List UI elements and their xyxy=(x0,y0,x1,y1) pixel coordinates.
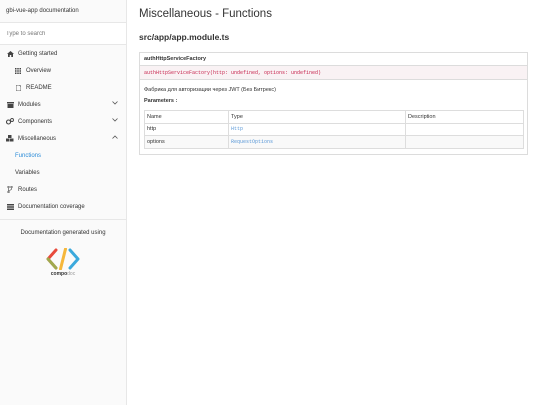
home-icon xyxy=(6,50,14,57)
sidebar-item-label: Functions xyxy=(15,152,42,159)
parameters-table: Name Type Description http Http options … xyxy=(144,110,524,149)
sidebar: gbi-vue-app documentation Getting starte… xyxy=(0,0,127,405)
cubes-icon xyxy=(6,135,14,142)
sidebar-item-readme[interactable]: README xyxy=(0,79,126,96)
sidebar-item-label: Overview xyxy=(26,67,52,74)
code-fork-icon xyxy=(6,186,14,193)
function-signature: authHttpServiceFactory(http: undefined, … xyxy=(140,66,527,80)
column-header-name: Name xyxy=(144,110,229,124)
compodoc-logo-text: compodoc xyxy=(50,271,76,277)
param-type-link[interactable]: RequestOptions xyxy=(228,135,406,149)
grid-icon xyxy=(14,67,22,74)
column-header-type: Type xyxy=(228,110,406,124)
divider xyxy=(0,219,126,220)
column-header-description: Description xyxy=(405,110,524,124)
sidebar-item-miscellaneous[interactable]: Miscellaneous xyxy=(0,130,126,147)
sidebar-item-label: Variables xyxy=(15,169,40,176)
function-body: Фабрика для авторизации через JWT (Без Б… xyxy=(140,80,527,154)
sidebar-item-functions[interactable]: Functions xyxy=(0,147,126,164)
param-name: http xyxy=(144,122,229,136)
sidebar-item-coverage[interactable]: Documentation coverage xyxy=(0,198,126,215)
table-row: options RequestOptions xyxy=(144,135,524,149)
app-title[interactable]: gbi-vue-app documentation xyxy=(0,0,126,23)
file-path-heading: src/app/app.module.ts xyxy=(139,32,230,42)
chevron-down-icon xyxy=(112,118,118,124)
sidebar-item-label: Modules xyxy=(18,101,41,108)
sidebar-item-variables[interactable]: Variables xyxy=(0,164,126,181)
sidebar-item-label: README xyxy=(26,84,52,91)
sidebar-item-overview[interactable]: Overview xyxy=(0,62,126,79)
generated-using-text: Documentation generated using xyxy=(20,230,106,236)
cogs-icon xyxy=(6,118,14,125)
tasks-icon xyxy=(6,203,14,210)
compodoc-logo[interactable]: compodoc xyxy=(43,248,83,277)
sidebar-menu: Getting started Overview README Modules xyxy=(0,45,126,215)
search-input[interactable] xyxy=(6,30,116,37)
chevron-up-icon xyxy=(112,135,118,141)
function-description: Фабрика для авторизации через JWT (Без Б… xyxy=(144,87,276,93)
sidebar-item-routes[interactable]: Routes xyxy=(0,181,126,198)
search-box xyxy=(0,23,126,45)
param-description xyxy=(405,122,524,136)
sidebar-item-components[interactable]: Components xyxy=(0,113,126,130)
chevron-down-icon xyxy=(112,101,118,107)
archive-icon xyxy=(6,101,14,108)
table-row: http Http xyxy=(144,122,524,136)
param-name: options xyxy=(144,135,229,149)
function-panel: authHttpServiceFactory authHttpServiceFa… xyxy=(139,52,528,155)
parameters-label: Parameters : xyxy=(144,98,178,104)
sidebar-item-label: Getting started xyxy=(18,50,58,57)
param-type-link[interactable]: Http xyxy=(228,122,406,136)
param-description xyxy=(405,135,524,149)
sidebar-item-modules[interactable]: Modules xyxy=(0,96,126,113)
sidebar-item-label: Documentation coverage xyxy=(18,203,85,210)
sidebar-item-getting-started[interactable]: Getting started xyxy=(0,45,126,62)
page-title: Miscellaneous - Functions xyxy=(139,8,272,20)
sidebar-item-label: Miscellaneous xyxy=(18,135,57,142)
compodoc-logo-icon xyxy=(46,248,80,270)
table-header-row: Name Type Description xyxy=(144,110,524,124)
sidebar-item-label: Routes xyxy=(18,186,38,193)
sidebar-item-label: Components xyxy=(18,118,53,125)
file-icon xyxy=(14,84,22,91)
function-name: authHttpServiceFactory xyxy=(140,53,527,66)
